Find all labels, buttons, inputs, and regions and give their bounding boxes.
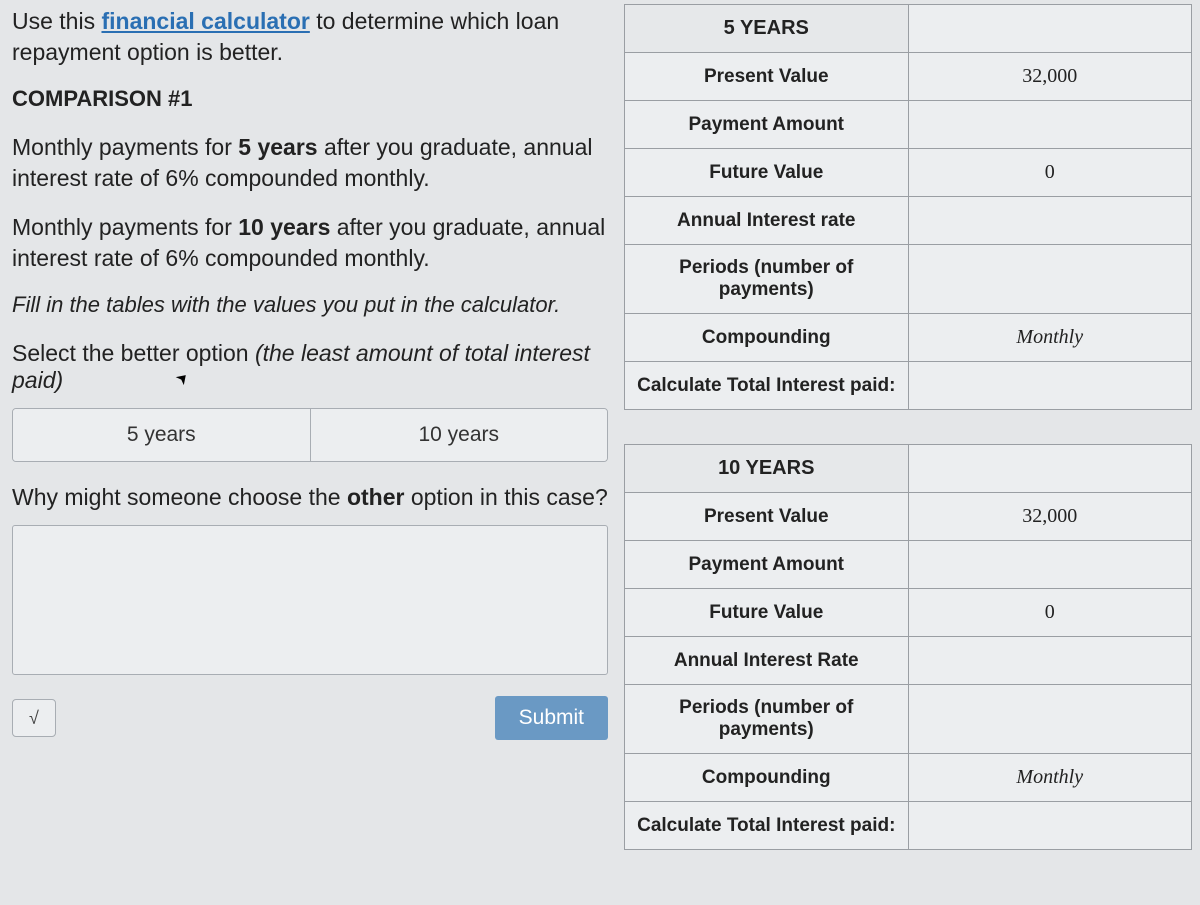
paragraph-5-years: Monthly payments for 5 years after you g… [12, 132, 608, 194]
table5-row-value[interactable] [908, 245, 1192, 314]
option-button-group: 5 years 10 years [12, 408, 608, 462]
answer-textarea[interactable] [12, 525, 608, 675]
select-prompt-a: Select the better option [12, 340, 255, 366]
table10-header: 10 YEARS [625, 445, 909, 493]
para2-bold: 10 years [238, 214, 330, 240]
table10-row-value[interactable]: Monthly [908, 754, 1192, 802]
table10-row-value[interactable]: 32,000 [908, 493, 1192, 541]
table5-row-label: Calculate Total Interest paid: [625, 362, 909, 410]
table5-row-label: Payment Amount [625, 101, 909, 149]
table5-row-label: Future Value [625, 149, 909, 197]
table10-row-value[interactable] [908, 802, 1192, 850]
table5-row-label: Periods (number of payments) [625, 245, 909, 314]
table10-row-label: Present Value [625, 493, 909, 541]
why-prompt: Why might someone choose the other optio… [12, 482, 608, 513]
table10-row-label: Compounding [625, 754, 909, 802]
table5-row-label: Compounding [625, 314, 909, 362]
submit-button[interactable]: Submit [495, 696, 608, 740]
table10-row-label: Future Value [625, 589, 909, 637]
table5-row-value[interactable]: Monthly [908, 314, 1192, 362]
why-a: Why might someone choose the [12, 484, 347, 510]
para1-prefix: Monthly payments for [12, 134, 238, 160]
table10-row-label: Annual Interest Rate [625, 637, 909, 685]
table-10-years: 10 YEARS Present Value32,000 Payment Amo… [624, 444, 1192, 850]
table10-row-value[interactable] [908, 541, 1192, 589]
table5-row-value[interactable]: 0 [908, 149, 1192, 197]
table10-row-label: Periods (number of payments) [625, 685, 909, 754]
table10-header-value[interactable] [908, 445, 1192, 493]
table5-row-label: Present Value [625, 53, 909, 101]
table10-row-value[interactable]: 0 [908, 589, 1192, 637]
table5-row-value[interactable]: 32,000 [908, 53, 1192, 101]
select-better-option-prompt: Select the better option (the least amou… [12, 340, 608, 394]
intro-text: Use this financial calculator to determi… [12, 6, 608, 68]
table10-row-value[interactable] [908, 637, 1192, 685]
table5-row-value[interactable] [908, 101, 1192, 149]
option-5-years[interactable]: 5 years [13, 409, 311, 461]
math-tools-button[interactable]: √ [12, 699, 56, 737]
table10-row-value[interactable] [908, 685, 1192, 754]
table10-row-label: Calculate Total Interest paid: [625, 802, 909, 850]
table-5-years: 5 YEARS Present Value32,000 Payment Amou… [624, 4, 1192, 410]
financial-calculator-link[interactable]: financial calculator [101, 8, 309, 34]
why-c: option in this case? [404, 484, 607, 510]
paragraph-10-years: Monthly payments for 10 years after you … [12, 212, 608, 274]
sqrt-icon: √ [29, 708, 39, 729]
para2-prefix: Monthly payments for [12, 214, 238, 240]
intro-prefix: Use this [12, 8, 101, 34]
table5-header-value[interactable] [908, 5, 1192, 53]
why-b: other [347, 484, 405, 510]
para1-bold: 5 years [238, 134, 317, 160]
table5-row-value[interactable] [908, 362, 1192, 410]
table10-row-label: Payment Amount [625, 541, 909, 589]
table5-row-label: Annual Interest rate [625, 197, 909, 245]
table5-header: 5 YEARS [625, 5, 909, 53]
table5-row-value[interactable] [908, 197, 1192, 245]
comparison-title: COMPARISON #1 [12, 86, 608, 112]
option-10-years[interactable]: 10 years [311, 409, 608, 461]
fill-instruction: Fill in the tables with the values you p… [12, 292, 608, 318]
